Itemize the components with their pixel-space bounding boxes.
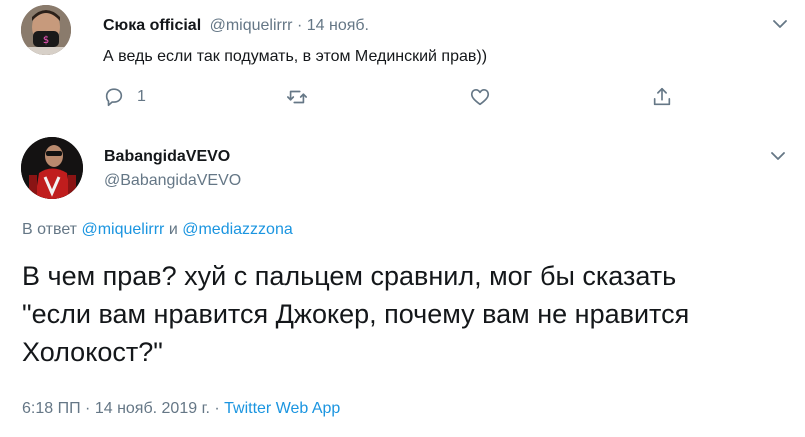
reply-count: 1 — [137, 88, 146, 105]
reply-mention-2[interactable]: @mediazzzona — [182, 221, 293, 238]
reply-prefix: В ответ — [22, 221, 78, 238]
tweet-text-line: В чем прав? хуй с пальцем сравнил, мог б… — [22, 261, 677, 291]
tweet-text-line: "если вам нравится Джокер, почему вам не… — [22, 299, 690, 329]
mask-logo: $ — [43, 35, 49, 46]
chevron-down-icon[interactable] — [773, 19, 787, 29]
reply-button[interactable]: 1 — [103, 86, 146, 108]
reply-and: и — [168, 221, 178, 238]
author-name[interactable]: Сюка official — [103, 17, 201, 34]
author-name[interactable]: BabangidaVEVO — [104, 148, 230, 166]
reply-context: В ответ @miquelirrr и @mediazzzona — [22, 221, 293, 239]
like-button[interactable] — [469, 86, 491, 108]
reply-icon — [105, 88, 123, 107]
tweet-time[interactable]: 6:18 ПП — [22, 400, 81, 417]
tweet-source[interactable]: Twitter Web App — [224, 400, 340, 417]
separator-dot: · — [85, 400, 91, 417]
retweet-icon — [287, 90, 307, 104]
parent-tweet-header: Сюка official @miquelirrr · 14 нояб. — [103, 17, 369, 35]
author-handle[interactable]: @BabangidaVEVO — [104, 172, 241, 190]
retweet-button[interactable] — [286, 86, 308, 108]
chevron-down-icon[interactable] — [771, 151, 785, 161]
tweet-meta: 6:18 ПП · 14 нояб. 2019 г. · Twitter Web… — [22, 400, 340, 418]
author-handle[interactable]: @miquelirrr — [210, 17, 293, 34]
separator-dot: · — [296, 17, 303, 34]
like-icon — [470, 89, 490, 106]
separator-dot: · — [214, 400, 220, 417]
avatar[interactable]: $ — [21, 5, 71, 55]
tweet-text-line: Холокост?" — [22, 337, 163, 367]
avatar[interactable] — [21, 137, 83, 199]
avatar-image — [21, 137, 83, 199]
share-icon — [653, 87, 671, 106]
tweet-text: В чем прав? хуй с пальцем сравнил, мог б… — [22, 257, 689, 371]
avatar-image: $ — [21, 5, 71, 55]
tweet-text: А ведь если так подумать, в этом Мединск… — [103, 48, 488, 65]
tweet-time[interactable]: 14 нояб. — [307, 17, 369, 34]
tweet-date[interactable]: 14 нояб. 2019 г. — [95, 400, 210, 417]
share-button[interactable] — [651, 86, 673, 108]
reply-mention-1[interactable]: @miquelirrr — [81, 221, 164, 238]
